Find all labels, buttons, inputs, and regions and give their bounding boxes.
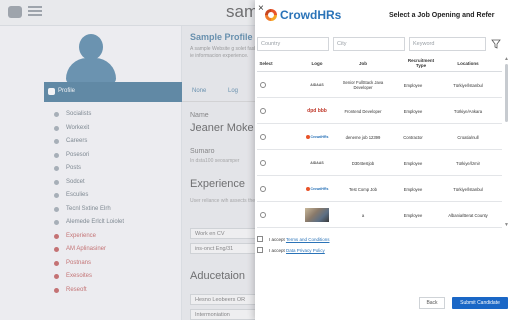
job-location: Türkiye/İstanbul: [453, 82, 483, 88]
recruitment-type: Employee: [403, 108, 423, 114]
keyword-filter-input[interactable]: [409, 37, 486, 51]
country-filter-input[interactable]: [257, 37, 329, 51]
job-radio[interactable]: [260, 82, 266, 88]
recruitment-type: Contractor: [403, 134, 423, 140]
company-logo: CrowdHRs: [305, 182, 329, 196]
job-title: D304testjob: [351, 160, 375, 166]
table-row[interactable]: CrowdHRs Test Comp Job Employee Türkiye/…: [257, 176, 502, 202]
job-table-body: AIDAAS Senior FullStack Java Developer E…: [257, 72, 502, 230]
recruitment-type: Employee: [403, 212, 423, 218]
job-location: Türkiye/İzmir: [456, 160, 480, 166]
scroll-down-icon[interactable]: ▼: [504, 222, 509, 228]
recruitment-type: Employee: [403, 160, 423, 166]
crowdhrs-logo-icon: [265, 9, 277, 21]
company-logo: AIDAAS: [310, 83, 324, 87]
terms-link[interactable]: Terms and Conditions: [286, 237, 330, 242]
job-title: Test Comp Job: [349, 186, 377, 192]
job-radio[interactable]: [260, 212, 266, 218]
job-title: deneme job 12399: [345, 134, 381, 140]
job-location: Albania/Berat County: [448, 212, 488, 218]
table-row[interactable]: CrowdHRs deneme job 12399 Contractor Cro…: [257, 124, 502, 150]
terms-checkbox[interactable]: [257, 236, 263, 242]
job-select-panel: × CrowdHRs Select a Job Opening and Refe…: [255, 0, 512, 320]
privacy-checkbox[interactable]: [257, 247, 263, 253]
column-header-logo: Logo: [311, 61, 323, 66]
job-location: Türkiye/Ankara: [453, 108, 483, 114]
table-scrollbar[interactable]: ▲ ▼: [504, 56, 509, 232]
column-header-job: Job: [358, 61, 367, 66]
company-logo: dpd bbb: [307, 107, 327, 114]
table-row[interactable]: dpd bbb Frontend Developer Employee Türk…: [257, 98, 502, 124]
job-title: Senior FullStack Java Developer: [342, 80, 384, 90]
filter-icon[interactable]: [491, 39, 501, 49]
column-header-select: Select: [259, 61, 273, 66]
filter-bar: [257, 37, 510, 51]
job-radio[interactable]: [260, 160, 266, 166]
city-filter-input[interactable]: [333, 37, 405, 51]
column-header-location: Locations: [457, 61, 479, 66]
company-logo: AIDAAS: [310, 161, 324, 165]
company-logo: CrowdHRs: [305, 130, 329, 144]
table-header: Select Logo Job Recruitment Type Locatio…: [257, 56, 502, 72]
panel-title: Select a Job Opening and Refer: [389, 12, 495, 19]
company-logo: [305, 208, 329, 222]
column-header-type: Recruitment Type: [407, 58, 435, 68]
job-radio[interactable]: [260, 134, 266, 140]
table-row[interactable]: AIDAAS Senior FullStack Java Developer E…: [257, 72, 502, 98]
table-row[interactable]: AIDAAS D304testjob Employee Türkiye/İzmi…: [257, 150, 502, 176]
scroll-up-icon[interactable]: ▲: [504, 56, 509, 62]
close-icon[interactable]: ×: [258, 4, 264, 14]
back-button[interactable]: Back: [419, 297, 445, 309]
scroll-thumb[interactable]: [505, 64, 508, 122]
recruitment-type: Employee: [403, 82, 423, 88]
recruitment-type: Employee: [403, 186, 423, 192]
job-radio[interactable]: [260, 108, 266, 114]
table-row[interactable]: a Employee Albania/Berat County: [257, 202, 502, 228]
job-radio[interactable]: [260, 186, 266, 192]
modal-backdrop[interactable]: [0, 0, 255, 320]
job-title: Frontend Developer: [344, 108, 382, 114]
submit-candidate-button[interactable]: Submit Candidate: [452, 297, 508, 309]
privacy-link[interactable]: Data Privacy Policy: [286, 248, 325, 253]
job-location: Türkiye/İstanbul: [453, 186, 483, 192]
job-title: a: [361, 212, 365, 218]
job-location: Croatia/null: [457, 134, 479, 140]
